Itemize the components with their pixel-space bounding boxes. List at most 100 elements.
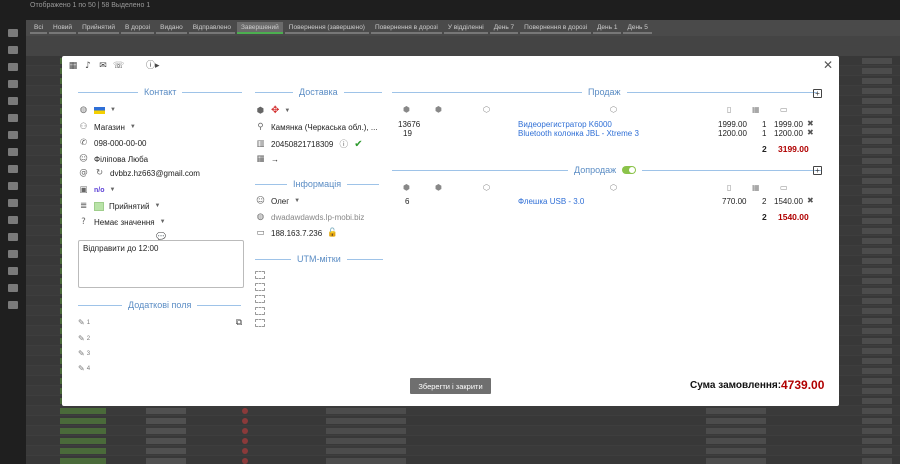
background-table-row <box>26 406 900 416</box>
sale-item-qty[interactable]: 1 <box>762 120 766 129</box>
sale-item-id: 19 <box>403 129 412 138</box>
info-icon[interactable]: ⓘ▸ <box>146 61 160 71</box>
chevron-down-icon: ▼ <box>109 187 116 193</box>
sale-item-qty[interactable]: 1 <box>762 129 766 138</box>
upsale-section-title: Допродаж <box>392 165 823 175</box>
delivery-city-field[interactable]: ⚲ Камянка (Черкаська обл.), ... <box>255 122 377 132</box>
background-tab: У відділенні <box>443 22 488 34</box>
globe-icon: ◍ <box>256 212 265 222</box>
country-field[interactable]: ◍ ▼ <box>78 105 116 115</box>
calendar-icon[interactable]: ▦ <box>68 61 78 71</box>
remove-item-icon[interactable]: ✖ <box>807 128 814 137</box>
barcode-icon: ▥ <box>256 139 265 149</box>
background-tab: Відправлено <box>188 22 235 34</box>
sale-item-name[interactable]: Видеорегистратор K6000 <box>518 120 612 129</box>
background-topbar: Отображено 1 по 50 | 58 Выделено 1 <box>0 0 900 20</box>
list-icon: ≣ <box>79 201 88 211</box>
background-tab: Повернення (завершено) <box>284 22 369 34</box>
background-tab: День 1 <box>593 22 622 34</box>
sale-item-id: 13676 <box>398 120 421 129</box>
box-open-icon: ⬡ <box>610 183 617 192</box>
globe-icon: ◍ <box>79 105 88 115</box>
background-tab: День 5 <box>623 22 652 34</box>
background-table-row <box>26 426 900 436</box>
cube-icon: ⬢ <box>403 105 410 114</box>
phone-icon[interactable]: ☏ <box>113 61 124 71</box>
money-icon: ▭ <box>780 183 788 192</box>
question-icon: ? <box>81 217 86 227</box>
chevron-down-icon: ▼ <box>294 198 301 204</box>
user-icon: ☺ <box>256 196 265 206</box>
delivery-extra-field[interactable]: ▦ → <box>255 154 279 164</box>
chevron-down-icon: ▼ <box>110 107 116 113</box>
utm-content-icon[interactable] <box>255 307 265 315</box>
upsale-item-price[interactable]: 770.00 <box>722 197 746 206</box>
add-product-button[interactable]: + <box>813 89 822 98</box>
sale-item-price[interactable]: 1999.00 <box>718 120 747 129</box>
id-card-icon: ▣ <box>79 185 88 195</box>
comment-textarea[interactable]: Відправити до 12:00 <box>78 240 244 288</box>
utm-term-icon[interactable] <box>255 319 265 327</box>
sync-icon: ↻ <box>95 168 104 178</box>
utm-campaign-icon[interactable] <box>255 295 265 303</box>
ttn-field[interactable]: ▥ 20450821718309 ⓘ ✔ <box>255 138 363 151</box>
name-field[interactable]: ☺ Філіпова Люба <box>78 154 148 164</box>
utm-medium-icon[interactable] <box>255 283 265 291</box>
background-tab: Новий <box>49 22 77 34</box>
sale-total-qty: 2 <box>762 144 767 154</box>
upsale-total-qty: 2 <box>762 212 767 222</box>
order-modal: ▦ ♪ ✉ ☏ ⓘ▸ ✕ Контакт ◍ ▼ ⚇ Магазин ▼ ✆ 0… <box>62 56 839 406</box>
sale-item-price[interactable]: 1200.00 <box>718 129 747 138</box>
sitemap-icon: ⚇ <box>79 122 88 132</box>
box-icon: ⬡ <box>483 183 490 192</box>
extra-field-2[interactable]: ✎ 2 <box>78 334 90 343</box>
close-icon[interactable]: ✕ <box>823 58 833 72</box>
background-table-row <box>26 416 900 426</box>
info-icon[interactable]: ⓘ <box>338 138 349 150</box>
extra-fields-section-title: Додаткові поля <box>78 300 242 310</box>
money-icon: ▭ <box>780 105 788 114</box>
at-icon: @ <box>79 168 88 178</box>
remove-item-icon[interactable]: ✖ <box>807 119 814 128</box>
delivery-service-field[interactable]: ⬢ ✥ ▼ <box>255 105 291 116</box>
ua-flag-icon <box>94 106 105 114</box>
extra-field-4[interactable]: ✎ 4 <box>78 364 90 373</box>
save-and-close-button[interactable]: Зберегти і закрити <box>410 378 491 394</box>
chevron-down-icon: ▼ <box>159 219 166 225</box>
phone-field[interactable]: ✆ 098-000-00-00 <box>78 138 147 148</box>
upsale-item-name[interactable]: Флешка USB - 3.0 <box>518 197 584 206</box>
background-tab: Повернення в дорозі <box>520 22 592 34</box>
external-link-icon[interactable]: ⧉ <box>234 318 244 328</box>
upsale-toggle[interactable] <box>622 166 637 174</box>
email-field[interactable]: @ ↻ dvbbz.hz663@gmail.com <box>78 168 200 178</box>
monitor-icon: ▭ <box>256 228 265 238</box>
status-field[interactable]: ≣ Прийнятий ▼ <box>78 201 161 211</box>
info-user-field[interactable]: ☺ Олег ▼ <box>255 196 300 206</box>
extra-field-1[interactable]: ✎ 1 <box>78 318 90 327</box>
delivery-section-title: Доставка <box>255 87 382 97</box>
chevron-down-icon: ▼ <box>154 203 161 209</box>
background-sidebar <box>0 20 26 464</box>
background-tab: Всі <box>30 22 48 34</box>
badge-field[interactable]: ▣ n/o ▼ <box>78 185 115 195</box>
background-icon-row <box>26 36 900 56</box>
sale-item-name[interactable]: Bluetooth колонка JBL - Xtreme 3 <box>518 129 639 138</box>
check-icon: ✔ <box>354 138 363 150</box>
extra-status-field[interactable]: ? Немає значення ▼ <box>78 217 166 227</box>
background-tab: Видано <box>156 22 187 34</box>
remove-item-icon[interactable]: ✖ <box>807 196 814 205</box>
bell-icon[interactable]: ♪ <box>83 61 93 71</box>
sale-item-sum: 1200.00 <box>774 129 803 138</box>
envelope-icon[interactable]: ✉ <box>98 61 108 71</box>
background-tab: Повернення в дорозі <box>370 22 442 34</box>
extra-field-3[interactable]: ✎ 3 <box>78 349 90 358</box>
utm-source-icon[interactable] <box>255 271 265 279</box>
unlock-icon[interactable]: 🔓 <box>327 228 338 238</box>
calendar-icon: ▦ <box>256 154 265 164</box>
upsale-item-qty[interactable]: 2 <box>762 197 766 206</box>
add-upsale-button[interactable]: + <box>813 166 822 175</box>
cube-icon: ⬢ <box>403 183 410 192</box>
manager-field[interactable]: ⚇ Магазин ▼ <box>78 122 136 132</box>
sale-total-sum: 3199.00 <box>778 144 809 154</box>
price-tag-icon: ▯ <box>727 183 732 192</box>
